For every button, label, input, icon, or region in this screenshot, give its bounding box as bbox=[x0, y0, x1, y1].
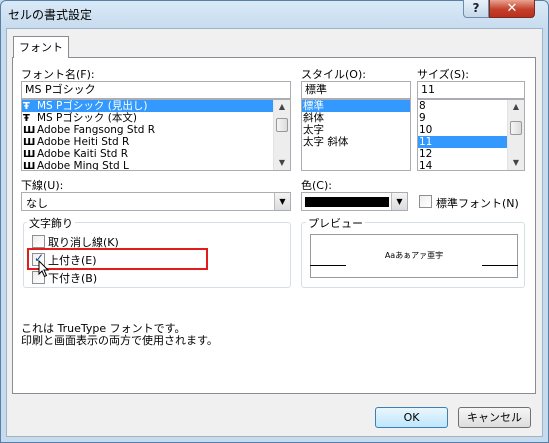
font-name-list[interactable]: Ŧ MS Pゴシック (見出し) Ŧ MS Pゴシック (本文) Ш Adobe Fang… bbox=[21, 99, 291, 171]
font-name-list-item[interactable]: Ш Adobe Heiti Std R bbox=[22, 136, 290, 148]
scroll-up-arrow-icon[interactable]: ▲ bbox=[508, 100, 524, 114]
list-item-label: Adobe Heiti Std R bbox=[37, 136, 130, 148]
font-style-list-item[interactable]: 太字 bbox=[302, 124, 410, 136]
normal-font-label: 標準フォント(N) bbox=[436, 197, 519, 210]
scroll-down-arrow-icon[interactable]: ▼ bbox=[274, 156, 290, 170]
font-name-list-item[interactable]: Ш Adobe Ming Std L bbox=[22, 160, 290, 171]
dropdown-arrow-icon[interactable]: ▼ bbox=[391, 193, 407, 210]
color-swatch bbox=[305, 197, 389, 207]
size-list-scrollbar[interactable]: ▲ ▼ bbox=[507, 100, 524, 170]
font-style-list[interactable]: 標準 斜体 太字 太字 斜体 bbox=[301, 99, 411, 171]
list-item-label: 標準 bbox=[303, 100, 324, 112]
underline-label: 下線(U): bbox=[21, 179, 64, 192]
font-name-list-item[interactable]: Ш Adobe Kaiti Std R bbox=[22, 148, 290, 160]
font-style-label: スタイル(O): bbox=[301, 68, 366, 81]
list-item-label: 9 bbox=[419, 112, 426, 124]
strikethrough-checkbox[interactable] bbox=[32, 235, 45, 248]
list-item-label: 14 bbox=[419, 160, 433, 171]
opentype-font-icon: Ш bbox=[23, 161, 36, 171]
font-name-list-item[interactable]: Ш Adobe Fangsong Std R bbox=[22, 124, 290, 136]
scroll-thumb[interactable] bbox=[276, 118, 288, 132]
font-style-list-item[interactable]: 斜体 bbox=[302, 112, 410, 124]
help-button[interactable]: ? bbox=[463, 0, 489, 18]
list-item-label: 11 bbox=[419, 136, 433, 148]
color-label: 色(C): bbox=[301, 179, 332, 192]
dialog-title: セルの書式設定 bbox=[8, 8, 93, 22]
preview-sample-text: Aaあぁアァ亜宇 bbox=[384, 251, 444, 260]
list-item-label: 10 bbox=[419, 124, 433, 136]
info-line-2: 印刷と画面表示の両方で使用されます。 bbox=[21, 334, 218, 347]
effects-group-title: 文字飾り bbox=[27, 215, 75, 231]
preview-baseline-right bbox=[482, 265, 518, 266]
list-item-label: 斜体 bbox=[303, 112, 324, 124]
preview-box: Aaあぁアァ亜宇 bbox=[310, 234, 518, 278]
scroll-thumb[interactable] bbox=[510, 121, 522, 135]
scroll-down-arrow-icon[interactable]: ▼ bbox=[508, 156, 524, 170]
preview-group-title: プレビュー bbox=[306, 215, 365, 231]
font-size-list[interactable]: 8 9 10 11 12 14 ▲ ▼ bbox=[417, 99, 525, 171]
list-item-label: 太字 bbox=[303, 124, 324, 136]
list-item-label: Adobe Fangsong Std R bbox=[37, 124, 156, 136]
font-size-input[interactable]: 11 bbox=[417, 81, 525, 99]
list-item-label: 12 bbox=[419, 148, 433, 160]
font-name-list-item[interactable]: Ŧ MS Pゴシック (見出し) bbox=[22, 100, 290, 112]
scroll-up-arrow-icon[interactable]: ▲ bbox=[274, 100, 290, 114]
ok-button[interactable]: OK bbox=[375, 407, 448, 428]
underline-select[interactable]: なし ▼ bbox=[21, 192, 291, 211]
highlight-box bbox=[27, 248, 208, 270]
font-name-input[interactable]: MS Pゴシック bbox=[21, 81, 291, 99]
color-select[interactable]: ▼ bbox=[301, 192, 408, 211]
font-style-list-item[interactable]: 標準 bbox=[302, 100, 410, 112]
font-style-input[interactable]: 標準 bbox=[301, 81, 411, 99]
list-item-label: Adobe Ming Std L bbox=[37, 160, 129, 171]
font-list-scrollbar[interactable]: ▲ ▼ bbox=[273, 100, 290, 170]
list-item-label: 太字 斜体 bbox=[303, 136, 349, 148]
font-size-label: サイズ(S): bbox=[417, 68, 469, 81]
dropdown-arrow-icon[interactable]: ▼ bbox=[274, 193, 290, 210]
preview-baseline-left bbox=[310, 265, 346, 266]
list-item-label: MS Pゴシック (見出し) bbox=[37, 100, 148, 112]
cancel-button[interactable]: キャンセル bbox=[458, 407, 531, 428]
list-item-label: Adobe Kaiti Std R bbox=[37, 148, 129, 160]
list-item-label: 8 bbox=[419, 100, 426, 112]
subscript-label: 下付き(B) bbox=[48, 272, 98, 285]
font-name-label: フォント名(F): bbox=[21, 68, 95, 81]
underline-value: なし bbox=[26, 197, 48, 210]
normal-font-checkbox[interactable] bbox=[419, 195, 432, 208]
font-style-list-item[interactable]: 太字 斜体 bbox=[302, 136, 410, 148]
close-button[interactable]: ✕ bbox=[489, 0, 535, 18]
font-name-list-item[interactable]: Ŧ MS Pゴシック (本文) bbox=[22, 112, 290, 124]
tab-font[interactable]: フォント bbox=[13, 36, 69, 58]
list-item-label: MS Pゴシック (本文) bbox=[37, 112, 137, 124]
mouse-cursor-icon bbox=[38, 260, 50, 278]
